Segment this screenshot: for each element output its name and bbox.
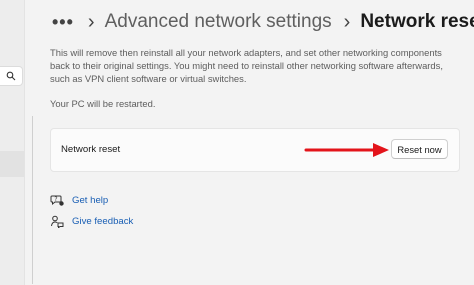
get-help-link[interactable]: Get help <box>72 195 108 206</box>
feedback-icon <box>50 214 64 228</box>
breadcrumb: ••• › Advanced network settings › Networ… <box>52 6 474 38</box>
search-button[interactable] <box>0 66 23 86</box>
help-icon: ? <box>50 193 64 207</box>
breadcrumb-separator: › <box>87 10 95 33</box>
give-feedback-link-row[interactable]: Give feedback <box>50 213 133 229</box>
page-title: Network reset <box>360 11 474 32</box>
breadcrumb-more-button[interactable]: ••• <box>52 12 74 33</box>
rail-selected-item[interactable] <box>0 151 24 177</box>
search-icon <box>6 71 16 81</box>
red-arrow-annotation <box>304 143 389 157</box>
breadcrumb-separator: › <box>343 10 351 33</box>
reset-description: This will remove then reinstall all your… <box>50 47 443 84</box>
get-help-link-row[interactable]: ? Get help <box>50 192 108 208</box>
svg-text:?: ? <box>54 196 57 203</box>
restart-note: Your PC will be restarted. <box>50 98 156 109</box>
section-divider <box>32 116 33 284</box>
breadcrumb-parent-link[interactable]: Advanced network settings <box>105 11 332 33</box>
network-reset-card: Network reset Reset now <box>50 128 460 172</box>
navigation-rail <box>0 0 25 285</box>
give-feedback-link[interactable]: Give feedback <box>72 216 133 227</box>
reset-now-button[interactable]: Reset now <box>391 139 448 159</box>
network-reset-label: Network reset <box>61 144 121 155</box>
